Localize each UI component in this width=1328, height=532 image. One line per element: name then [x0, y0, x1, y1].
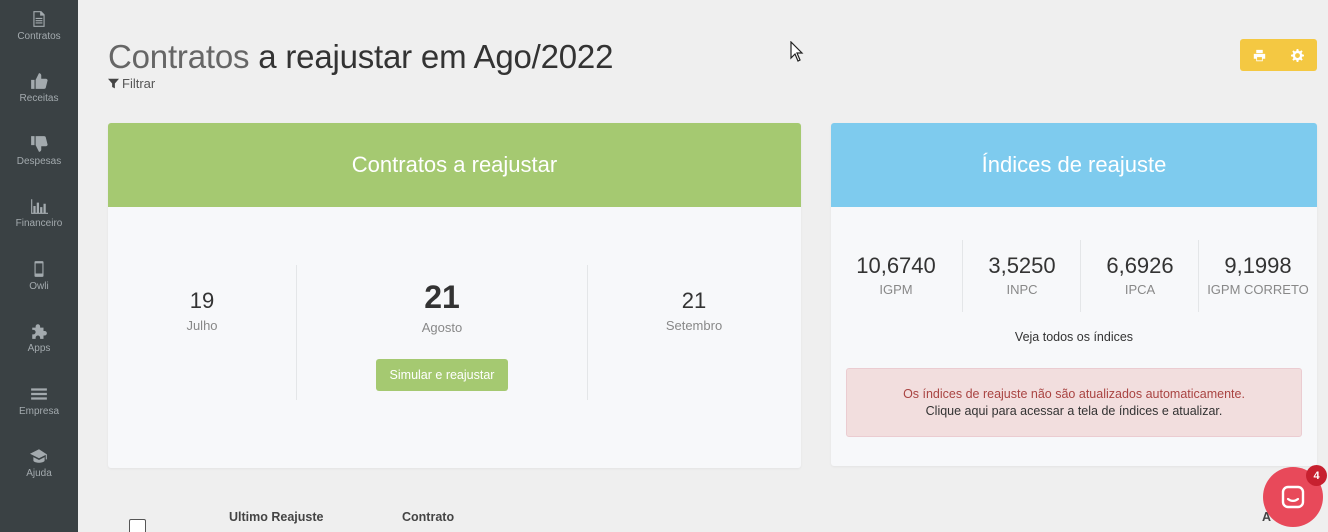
mobile-icon: [34, 261, 44, 277]
chat-unread-badge: 4: [1306, 465, 1327, 486]
graduation-cap-icon: [30, 449, 47, 463]
month-agosto[interactable]: 21 Agosto: [298, 279, 586, 335]
menu-bars-icon: [31, 388, 47, 400]
toolbar: [1240, 39, 1317, 71]
divider: [296, 265, 297, 400]
gear-icon: [1291, 48, 1305, 62]
index-igpm-correto: 9,1998 IGPM CORRETO: [1199, 253, 1317, 297]
thumbs-up-icon: [31, 73, 48, 89]
index-value: 9,1998: [1224, 253, 1292, 278]
print-button[interactable]: [1240, 39, 1279, 71]
filter-button[interactable]: Filtrar: [108, 76, 155, 91]
sidebar-item-label: Owli: [29, 281, 49, 292]
month-count: 19: [189, 288, 215, 313]
select-all-checkbox[interactable]: [129, 519, 146, 532]
alert-line-1: Os índices de reajuste não são atualizad…: [903, 386, 1245, 401]
puzzle-icon: [32, 324, 47, 339]
index-igpm: 10,6740 IGPM: [845, 253, 947, 297]
sidebar-item-label: Apps: [27, 343, 51, 354]
column-header-ultimo-reajuste[interactable]: Ultimo Reajuste: [229, 510, 323, 524]
page-title: Contratos a reajustar em Ago/2022: [108, 38, 613, 76]
index-value: 10,6740: [856, 253, 936, 278]
sidebar-item-label: Receitas: [19, 93, 59, 104]
sidebar-item-label: Despesas: [16, 156, 62, 167]
month-name: Agosto: [421, 320, 463, 335]
sidebar-item-ajuda[interactable]: Ajuda: [0, 447, 78, 505]
simulate-adjust-button[interactable]: Simular e reajustar: [376, 359, 508, 391]
index-name: IGPM: [879, 282, 913, 297]
month-name: Setembro: [665, 318, 723, 333]
sidebar-item-empresa[interactable]: Empresa: [0, 385, 78, 443]
index-inpc: 3,5250 INPC: [963, 253, 1081, 297]
index-name: IGPM CORRETO: [1207, 282, 1309, 297]
sidebar-item-despesas[interactable]: Despesas: [0, 135, 78, 193]
page-title-rest: a reajustar em Ago/2022: [249, 38, 614, 75]
filter-icon: [108, 78, 119, 89]
mouse-cursor-icon: [790, 41, 804, 62]
sidebar-item-contratos[interactable]: Contratos: [0, 10, 78, 68]
sidebar-item-receitas[interactable]: Receitas: [0, 72, 78, 130]
divider: [587, 265, 588, 400]
index-ipca: 6,6926 IPCA: [1081, 253, 1199, 297]
bar-chart-icon: [31, 199, 48, 214]
month-count: 21: [424, 279, 460, 315]
month-count: 21: [681, 288, 707, 313]
column-header-contrato[interactable]: Contrato: [402, 510, 454, 524]
index-value: 6,6926: [1106, 253, 1174, 278]
sidebar-item-financeiro[interactable]: Financeiro: [0, 197, 78, 255]
indices-alert[interactable]: Os índices de reajuste não são atualizad…: [846, 368, 1302, 437]
settings-button[interactable]: [1279, 39, 1318, 71]
see-all-indices-link[interactable]: Veja todos os índices: [831, 330, 1317, 344]
alert-line-2: Clique aqui para acessar a tela de índic…: [925, 403, 1223, 418]
page-title-prefix: Contratos: [108, 38, 250, 75]
sidebar-item-label: Empresa: [18, 406, 59, 417]
indices-card-title: Índices de reajuste: [831, 123, 1317, 207]
sidebar-item-label: Financeiro: [15, 218, 63, 229]
chat-icon: [1281, 485, 1305, 509]
index-name: IPCA: [1124, 282, 1156, 297]
sidebar-item-owli[interactable]: Owli: [0, 260, 78, 318]
month-julho[interactable]: 19 Julho: [148, 288, 256, 333]
month-name: Julho: [186, 318, 218, 333]
index-value: 3,5250: [988, 253, 1056, 278]
document-icon: [33, 11, 45, 27]
thumbs-down-icon: [31, 136, 48, 152]
sidebar-item-label: Contratos: [17, 31, 61, 42]
contracts-card: Contratos a reajustar 19 Julho 21 Agosto…: [108, 123, 801, 468]
index-name: INPC: [1006, 282, 1038, 297]
contracts-card-title: Contratos a reajustar: [108, 123, 801, 207]
indices-card: Índices de reajuste 10,6740 IGPM 3,5250 …: [831, 123, 1317, 466]
sidebar: Contratos Receitas Despesas Financeiro O…: [0, 0, 78, 532]
sidebar-item-label: Ajuda: [26, 468, 52, 479]
filter-label: Filtrar: [122, 76, 156, 91]
print-icon: [1253, 49, 1265, 61]
month-setembro[interactable]: 21 Setembro: [640, 288, 748, 333]
sidebar-item-apps[interactable]: Apps: [0, 322, 78, 380]
